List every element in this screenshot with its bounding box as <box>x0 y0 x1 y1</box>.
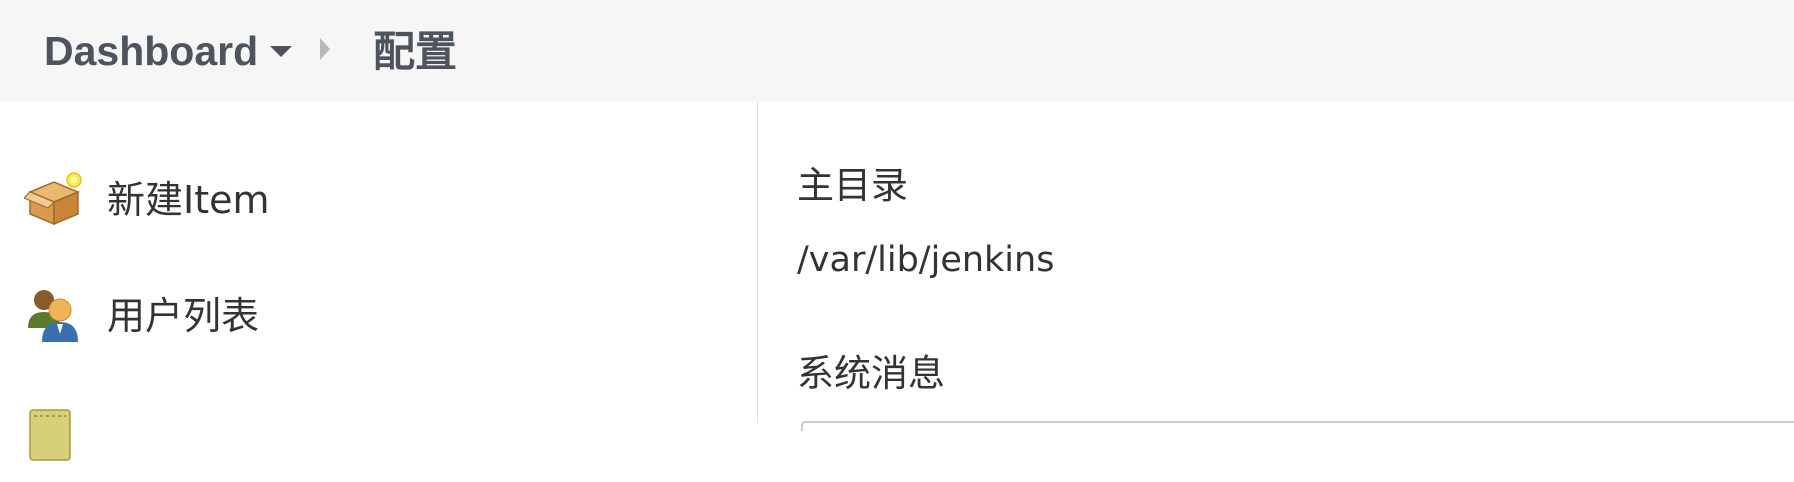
sidebar-item-label: 用户列表 <box>107 294 260 338</box>
sidebar-item-label: 新建Item <box>107 178 270 222</box>
sidebar-item-users[interactable]: 用户列表 <box>0 288 757 368</box>
users-icon <box>24 284 84 344</box>
notepad-icon <box>24 406 84 466</box>
sidebar-item-partial[interactable] <box>0 402 757 482</box>
sidebar: 新建Item 用户列表 <box>0 102 758 461</box>
home-directory-label: 主目录 <box>797 164 908 207</box>
system-message-label: 系统消息 <box>797 352 945 395</box>
chevron-down-icon[interactable] <box>270 46 292 57</box>
breadcrumb-current-page: 配置 <box>373 27 458 76</box>
sidebar-item-new-item[interactable]: 新建Item <box>0 172 757 252</box>
breadcrumb-dashboard-link[interactable]: Dashboard <box>44 26 258 76</box>
new-item-box-icon <box>22 168 84 228</box>
breadcrumb-bar: Dashboard 配置 <box>0 0 1794 102</box>
breadcrumb-separator-icon <box>320 38 330 60</box>
main-content: 主目录 /var/lib/jenkins 系统消息 <box>758 102 1794 431</box>
home-directory-value: /var/lib/jenkins <box>797 240 1055 280</box>
